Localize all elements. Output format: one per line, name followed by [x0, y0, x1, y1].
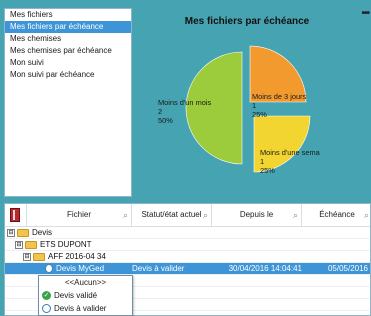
pie-slice-label: 50%: [158, 116, 173, 125]
search-icon[interactable]: ⌕: [293, 204, 298, 226]
pie-chart: Moins d'un mois250%Moins de 3 jours125%M…: [158, 45, 321, 175]
column-label-echeance: Échéance: [319, 210, 355, 219]
header-icon-cell[interactable]: [5, 204, 27, 226]
table-row[interactable]: ⊟ ETS DUPONT: [5, 239, 370, 251]
folder-icon: [17, 228, 29, 237]
saved-views-list: Mes fichiers Mes fichiers par échéance M…: [4, 8, 132, 197]
folder-icon: [25, 240, 37, 249]
row-name: ETS DUPONT: [40, 240, 92, 249]
row-name: Devis MyGed: [56, 264, 105, 273]
table-row[interactable]: ⊟ AFF 2016-04 34: [5, 251, 370, 263]
nav-item-mes-chemises[interactable]: Mes chemises: [5, 33, 131, 45]
column-header-statut[interactable]: Statut/état actuel ⌕: [132, 204, 212, 226]
search-icon[interactable]: ⌕: [123, 204, 128, 226]
table-row[interactable]: ⊟ Devis: [5, 227, 370, 239]
chart-panel: Mes fichiers par échéance ••• Moins d'un…: [134, 7, 371, 197]
status-dropdown-list: <<Aucun>> ✓ Devis validé Devis à valider: [38, 275, 133, 316]
nav-item-mes-chemises-par-echeance[interactable]: Mes chemises par échéance: [5, 45, 131, 57]
column-header-depuis[interactable]: Depuis le ⌕: [212, 204, 302, 226]
table-row-selected[interactable]: Devis MyGed Devis à valider 30/04/2016 1…: [5, 263, 370, 275]
column-header-echeance[interactable]: Échéance ⌕: [302, 204, 370, 226]
nav-item-mes-fichiers-par-echeance[interactable]: Mes fichiers par échéance: [5, 21, 131, 33]
column-label-depuis: Depuis le: [239, 210, 274, 219]
check-icon: ✓: [42, 291, 51, 301]
dropdown-option-devis-valide[interactable]: ✓ Devis validé: [39, 289, 132, 302]
pie-slice-label: 1: [252, 101, 256, 110]
pie-slice-label: Moins de 3 jours: [252, 92, 307, 101]
row-name: Devis: [32, 228, 53, 237]
collapse-toggle-icon[interactable]: ⊟: [23, 252, 31, 261]
row-echeance: 05/05/2016: [327, 264, 368, 273]
clock-icon: [42, 304, 51, 314]
column-label-fichier: Fichier: [66, 210, 91, 219]
grid-header: Fichier ⌕ Statut/état actuel ⌕ Depuis le…: [5, 204, 370, 227]
pie-slice-label: 25%: [252, 110, 267, 119]
collapse-toggle-icon[interactable]: ⊟: [15, 240, 23, 249]
row-name: AFF 2016-04 34: [48, 252, 106, 261]
search-icon[interactable]: ⌕: [364, 204, 369, 226]
column-header-fichier[interactable]: Fichier ⌕: [27, 204, 132, 226]
collapse-toggle-icon[interactable]: ⊟: [7, 228, 15, 237]
book-icon: [10, 208, 20, 222]
pie-slice-label: 1: [260, 157, 264, 166]
pie-slice-label: 25%: [260, 166, 275, 175]
more-options-icon[interactable]: •••: [361, 8, 369, 19]
nav-item-mon-suivi-par-echeance[interactable]: Mon suivi par échéance: [5, 69, 131, 81]
pie-slice-label: 2: [158, 107, 162, 116]
column-label-statut: Statut/état actuel: [141, 210, 202, 219]
nav-item-mon-suivi[interactable]: Mon suivi: [5, 57, 131, 69]
chart-title: Mes fichiers par échéance: [184, 16, 310, 27]
search-icon[interactable]: ⌕: [203, 204, 208, 226]
row-depuis: 30/04/2016 14:04:41: [228, 264, 302, 273]
row-statut[interactable]: Devis à valider: [132, 263, 212, 274]
nav-item-mes-fichiers[interactable]: Mes fichiers: [5, 9, 131, 21]
dropdown-option-aucun[interactable]: <<Aucun>>: [39, 276, 132, 289]
document-icon: [45, 264, 53, 274]
pie-slice-label: Moins d'une sema: [260, 148, 321, 157]
dropdown-option-devis-a-valider[interactable]: Devis à valider: [39, 302, 132, 315]
dropdown-option-label: Devis validé: [54, 291, 98, 300]
dropdown-option-label: Devis à valider: [54, 304, 107, 313]
pie-slice[interactable]: [185, 51, 243, 165]
folder-icon: [33, 252, 45, 261]
pie-slice-label: Moins d'un mois: [158, 98, 211, 107]
